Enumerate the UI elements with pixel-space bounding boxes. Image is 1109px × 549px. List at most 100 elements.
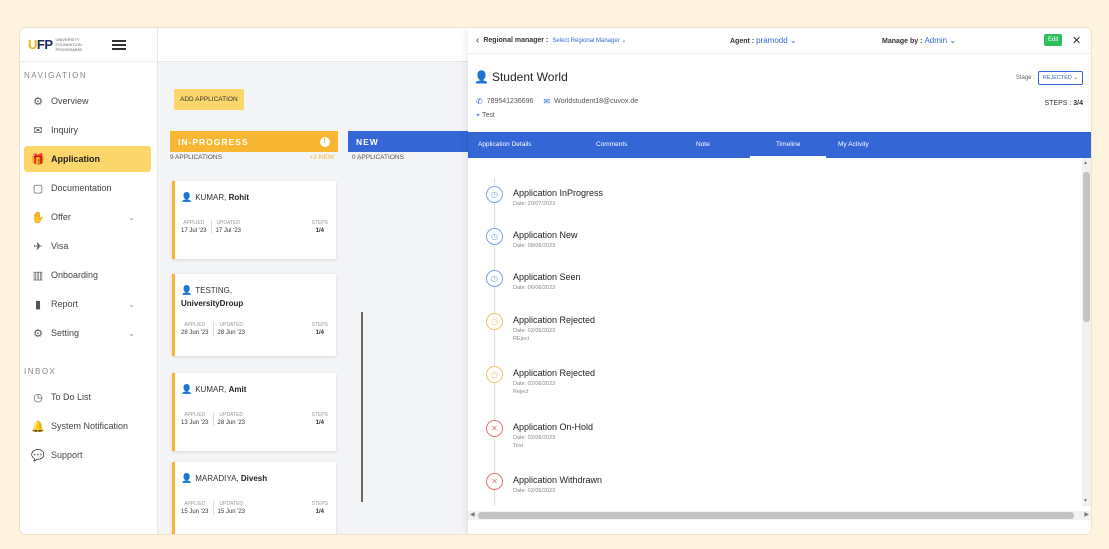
applied-date: APPLIED 13 Jun '23: [181, 412, 209, 426]
chat-icon: 💬: [31, 449, 45, 462]
sidebar-item-label: Overview: [51, 96, 89, 106]
edit-button[interactable]: Edit: [1044, 34, 1063, 46]
sidebar-item-label: Application: [51, 154, 100, 164]
manage-by-select[interactable]: Admin ⌄: [924, 36, 956, 45]
person-icon: 👤: [181, 384, 193, 394]
column-count-new: 0 APPLICATIONS: [352, 154, 404, 161]
application-card[interactable]: 👤 TESTING, UniversityDroup APPLIED 28 Jun '2…: [172, 274, 336, 356]
sidebar-item-to-do-list[interactable]: ◷ To Do List: [24, 384, 151, 410]
scroll-thumb[interactable]: [1083, 172, 1090, 322]
updated-date: UPDATED 17 Jul '23: [216, 220, 242, 234]
applicant-name: 👤 TESTING, UniversityDroup: [175, 274, 336, 310]
sidebar-item-report[interactable]: ▮ Report ⌄: [24, 291, 151, 317]
menu-icon[interactable]: [111, 39, 126, 50]
clock-icon: ◷: [486, 270, 503, 287]
location-row: ⌖ Test: [476, 112, 495, 120]
applicant-surname: TESTING,: [195, 286, 233, 295]
sidebar-item-system-notification[interactable]: 🔔 System Notification: [24, 413, 151, 439]
card-steps: STEPS 1/4: [312, 322, 328, 336]
application-card[interactable]: 👤 KUMAR, Rohit APPLIED 17 Jul '23 UPDATED 17 …: [172, 181, 336, 259]
back-chevron-icon[interactable]: ‹: [476, 35, 479, 46]
tab-comments[interactable]: Comments: [596, 132, 627, 158]
tab-note[interactable]: Note: [696, 132, 710, 158]
tab-my-activity[interactable]: My Activity: [838, 132, 869, 158]
applied-value: 17 Jul '23: [181, 228, 207, 234]
steps-value: 1/4: [315, 228, 324, 234]
sidebar-item-overview[interactable]: ⚙ Overview: [24, 88, 151, 114]
timeline-title: Application On-Hold: [513, 422, 594, 432]
card-steps: STEPS 1/4: [312, 220, 328, 234]
plane-icon: ✈: [33, 240, 43, 253]
panel-header: ‹ Regional manager : Select Regional Man…: [468, 28, 1091, 54]
agent-select[interactable]: pramodd ⌄: [756, 36, 797, 45]
steps-value: 3/4: [1073, 100, 1083, 107]
info-icon[interactable]: !: [320, 136, 330, 147]
chevron-down-icon[interactable]: ⌄: [128, 329, 135, 338]
gift-icon: 🎁: [31, 153, 45, 166]
clock-icon: ◷: [486, 313, 503, 330]
manage-by-field: Manage by : Admin ⌄: [882, 36, 956, 45]
applied-date: APPLIED 17 Jul '23: [181, 220, 207, 234]
applicant-firstname: UniversityDroup: [181, 299, 244, 308]
regional-manager-label: Regional manager :: [483, 37, 549, 44]
scroll-left-icon[interactable]: ◀: [470, 511, 475, 518]
sidebar-item-setting[interactable]: ⚙ Setting ⌄: [24, 320, 151, 346]
clock-icon: ◷: [33, 391, 43, 404]
timeline-date: Date: 02/06/2023: [513, 381, 556, 387]
tab-application-details[interactable]: Application Details: [478, 132, 531, 158]
app-window: UFP UNIVERSITY FOUNDATION PROGRAMME NAVI…: [20, 28, 1091, 534]
steps-label: STEPS: [311, 220, 328, 226]
x-circle-icon: ✕: [486, 420, 503, 437]
application-card[interactable]: 👤 KUMAR, Amit APPLIED 13 Jun '23 UPDATED 28 J…: [172, 373, 336, 451]
building-icon: ▥: [32, 269, 44, 282]
contact-row: ✆ 789541236696 ✉ Worldstudent18@cuvox.de: [476, 97, 638, 106]
manage-by-label: Manage by :: [882, 38, 923, 45]
sidebar-item-visa[interactable]: ✈ Visa: [24, 233, 151, 259]
chevron-down-icon[interactable]: ⌄: [128, 300, 135, 309]
mail-icon: ✉: [33, 124, 43, 137]
horizontal-scrollbar[interactable]: ◀ ▶: [468, 511, 1091, 520]
sidebar-item-documentation[interactable]: ▢ Documentation: [24, 175, 151, 201]
nav-heading: NAVIGATION: [24, 71, 88, 80]
clock-icon: ◷: [486, 228, 503, 245]
sidebar-item-offer[interactable]: ✋ Offer ⌄: [24, 204, 151, 230]
scroll-thumb[interactable]: [478, 512, 1074, 519]
person-icon: 👤: [181, 192, 193, 202]
application-card[interactable]: 👤 MARADIYA, Divesh APPLIED 15 Jun '23 UPDATE…: [172, 462, 336, 534]
vertical-scrollbar[interactable]: ▲ ▼: [1082, 158, 1091, 506]
applied-date: APPLIED 15 Jun '23: [181, 501, 209, 515]
scroll-down-icon[interactable]: ▼: [1083, 498, 1088, 504]
add-application-button[interactable]: ADD APPLICATION: [174, 89, 244, 110]
applicant-name: 👤 KUMAR, Amit: [175, 373, 336, 396]
logo-subtitle: UNIVERSITY FOUNDATION PROGRAMME: [55, 37, 83, 52]
agent-label: Agent :: [730, 38, 755, 45]
document-icon: ▢: [32, 182, 44, 195]
sidebar-item-application[interactable]: 🎁 Application: [24, 146, 151, 172]
bar-chart-icon: ▮: [34, 298, 42, 311]
scroll-right-icon[interactable]: ▶: [1084, 511, 1089, 518]
timeline-title: Application Rejected: [513, 315, 596, 325]
close-icon[interactable]: ✕: [1072, 34, 1081, 47]
applicant-firstname: Amit: [228, 385, 247, 394]
regional-manager-select[interactable]: Select Regional Manager ⌄: [552, 37, 626, 44]
column-title: IN-PROGRESS: [178, 136, 249, 147]
sidebar-item-support[interactable]: 💬 Support: [24, 442, 151, 468]
chevron-down-icon[interactable]: ⌄: [128, 213, 135, 222]
applied-date: APPLIED 28 Jun '23: [181, 322, 209, 336]
sidebar-item-onboarding[interactable]: ▥ Onboarding: [24, 262, 151, 288]
sidebar-item-inquiry[interactable]: ✉ Inquiry: [24, 117, 151, 143]
stage-dropdown[interactable]: REJECTED ⌄: [1037, 71, 1083, 85]
column-scrollbar[interactable]: [361, 312, 363, 502]
column-header-inprogress[interactable]: IN-PROGRESS !: [170, 131, 338, 152]
stage-field: Stage : REJECTED ⌄: [1016, 71, 1083, 85]
column-header-new[interactable]: NEW: [348, 131, 468, 152]
location-pin-icon: ⌖: [476, 112, 480, 119]
logo-mark: UFP: [28, 37, 53, 52]
steps-value: 1/4: [315, 420, 324, 426]
scroll-up-icon[interactable]: ▲: [1083, 160, 1088, 166]
steps-value: 1/4: [315, 509, 324, 515]
tab-timeline[interactable]: Timeline: [750, 132, 827, 158]
stage-label: Stage :: [1015, 75, 1035, 81]
timeline-date: Date: 06/06/2023: [513, 285, 556, 291]
steps-indicator: STEPS : 3/4: [1044, 100, 1083, 107]
